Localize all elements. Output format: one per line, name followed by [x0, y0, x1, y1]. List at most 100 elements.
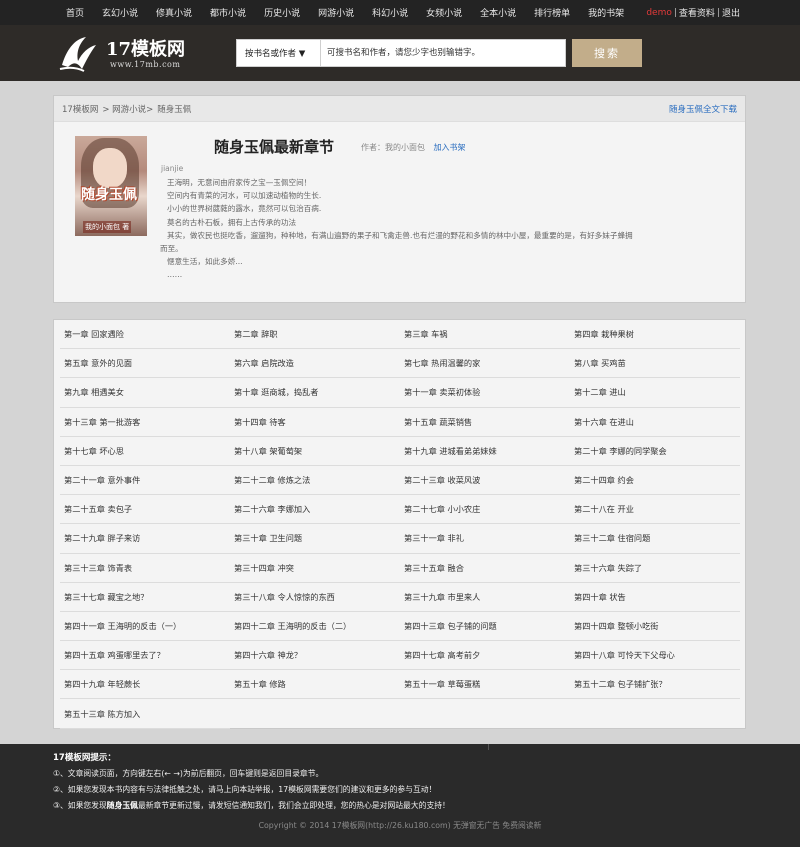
tip-line: ③、如果您发现随身玉佩最新章节更新过慢，请发短信通知我们，我们会立即处理，您的热…: [53, 800, 450, 811]
main-nav: 首页 玄幻小说 修真小说 都市小说 历史小说 网游小说 科幻小说 女频小说 全本…: [66, 0, 642, 25]
chapter-link[interactable]: 第二十二章 修炼之法: [230, 466, 400, 496]
chapter-link[interactable]: 第三十四章 冲突: [230, 554, 400, 583]
nav-home[interactable]: 首页: [66, 6, 84, 19]
chapter-link[interactable]: 第四十一章 王海明的反击（一）: [60, 612, 230, 642]
chapter-link[interactable]: 第四十三章 包子铺的问题: [400, 612, 570, 642]
tips-title: 17模板网提示：: [53, 753, 116, 763]
breadcrumb-category[interactable]: > 网游小说>: [102, 103, 153, 115]
chapter-link[interactable]: 第十六章 在进山: [570, 408, 740, 437]
book-info-panel: 17模板网 > 网游小说> 随身玉佩 随身玉佩全文下载 随身玉佩 我的小面包 著…: [53, 95, 746, 303]
breadcrumb: 17模板网 > 网游小说> 随身玉佩: [62, 96, 195, 122]
chapter-link[interactable]: 第二十五章 卖包子: [60, 495, 230, 525]
chapter-link[interactable]: 第十五章 蔬菜销售: [400, 408, 570, 437]
nav-kehuan[interactable]: 科幻小说: [372, 6, 408, 19]
tip3-book[interactable]: 随身玉佩: [107, 801, 138, 810]
logout-link[interactable]: 退出: [722, 6, 740, 19]
intro-line: 惬意生活，如此多娇...: [167, 257, 243, 267]
chapter-link[interactable]: 第二十章 李娜的同学聚会: [570, 437, 740, 466]
tip-line: ②、如果您发现本书内容有与法律抵触之处，请马上向本站举报，17模板网需要您们的建…: [53, 785, 437, 794]
divider: [488, 744, 489, 750]
intro-line: 其实，做农民也挺吃香，遛遛狗，种种地，有满山遍野的果子和飞禽走兽.也有烂漫的野花…: [167, 230, 633, 240]
chapter-link[interactable]: 第三十章 卫生问题: [230, 524, 400, 554]
separator: |: [673, 7, 677, 18]
chapter-link[interactable]: 第二十八在 开业: [570, 495, 740, 525]
logo-name: 17模板网: [106, 39, 186, 60]
nav-wangyou[interactable]: 网游小说: [318, 6, 354, 19]
chapter-link[interactable]: 第五十一章 草莓蛋糕: [400, 670, 570, 700]
chapter-link[interactable]: 第十一章 卖菜初体验: [400, 378, 570, 408]
chapter-link[interactable]: 第五章 意外的见面: [60, 349, 230, 379]
chapter-link[interactable]: 第十八章 架葡萄架: [230, 437, 400, 466]
chapter-link[interactable]: 第二十九章 胖子来访: [60, 524, 230, 554]
chapter-link[interactable]: 第四十五章 鸡蛋哪里去了？: [60, 641, 230, 671]
chapter-link[interactable]: 第五十章 修路: [230, 670, 400, 700]
chapter-link[interactable]: 第三十五章 融合: [400, 554, 570, 583]
nav-lishi[interactable]: 历史小说: [264, 6, 300, 19]
chapter-link[interactable]: 第三十二章 住宿问题: [570, 524, 740, 554]
chapter-link[interactable]: 第三十三章 饰青表: [60, 554, 230, 583]
chapter-link[interactable]: 第八章 买鸡苗: [570, 349, 740, 379]
chapter-link[interactable]: 第三十九章 市里来人: [400, 583, 570, 612]
chapter-link[interactable]: 第三十一章 非礼: [400, 524, 570, 554]
site-header: 17模板网 www.17mb.com 按书名或作者 ▼ 搜索: [0, 25, 800, 81]
chapter-link[interactable]: 第九章 相遇美女: [60, 378, 230, 408]
search-button[interactable]: 搜索: [572, 39, 642, 67]
search-input[interactable]: [321, 40, 565, 66]
book-cover[interactable]: 随身玉佩 我的小面包 著: [75, 136, 147, 236]
breadcrumb-current: 随身玉佩: [157, 105, 192, 115]
chapter-link[interactable]: 第二十一章 意外事件: [60, 466, 230, 496]
search-box: 按书名或作者 ▼: [236, 39, 566, 67]
chapter-link[interactable]: 第四章 栽种果树: [570, 320, 740, 350]
cover-art: [93, 148, 127, 188]
intro-line: 王海明，无意间由府家传之宝—玉佩空间！: [167, 178, 312, 187]
chapter-link[interactable]: 第四十二章 王海明的反击（二）: [230, 612, 400, 642]
user-box: demo | 查看资料 | 退出: [646, 0, 740, 25]
logo-url: www.17mb.com: [110, 60, 181, 69]
profile-link[interactable]: 查看资料: [679, 6, 715, 19]
chapter-link[interactable]: 第二十三章 收菜风波: [400, 466, 570, 496]
nav-dushi[interactable]: 都市小说: [210, 6, 246, 19]
nav-nvpin[interactable]: 女频小说: [426, 6, 462, 19]
chapter-link[interactable]: 第五十二章 包子铺扩张？: [570, 670, 740, 700]
chapter-link[interactable]: 第十九章 进城看弟弟妹妹: [400, 437, 570, 466]
chapter-link[interactable]: 第七章 热闹温馨的家: [400, 349, 570, 379]
intro-label: jianjie: [161, 164, 184, 173]
chapter-link[interactable]: 第二十七章 小小农庄: [400, 495, 570, 525]
chapter-link[interactable]: 第十章 逛商城，捣乱者: [230, 378, 400, 408]
chapter-link[interactable]: 第三十六章 失踪了: [570, 554, 740, 583]
chapter-link[interactable]: 第四十章 状告: [570, 583, 740, 612]
chapter-link[interactable]: 第二章 辞职: [230, 320, 400, 350]
nav-xiuzhen[interactable]: 修真小说: [156, 6, 192, 19]
intro-line: 莫名的古朴石板，拥有上古传承的功法: [167, 217, 297, 227]
search-type-select[interactable]: 按书名或作者 ▼: [237, 40, 321, 66]
chapter-link[interactable]: 第四十七章 高考前夕: [400, 641, 570, 671]
chapter-link[interactable]: 第四十四章 整顿小吃街: [570, 612, 740, 642]
chapter-link[interactable]: 第五十三章 陈方加入: [60, 699, 230, 729]
chapter-link[interactable]: 第三十七章 藏宝之地？: [60, 583, 230, 612]
nav-xuanhuan[interactable]: 玄幻小说: [102, 6, 138, 19]
chapter-link[interactable]: 第六章 启院改造: [230, 349, 400, 379]
chapter-link[interactable]: 第十四章 待客: [230, 408, 400, 437]
chapter-link[interactable]: 第十三章 第一批游客: [60, 408, 230, 437]
chapter-link[interactable]: 第三章 车祸: [400, 320, 570, 350]
chapter-link[interactable]: 第四十九章 年轻蕨长: [60, 670, 230, 700]
chapter-link[interactable]: 第十七章 坏心思: [60, 437, 230, 466]
add-to-shelf-link[interactable]: 加入书架: [434, 143, 466, 152]
nav-paihang[interactable]: 排行榜单: [534, 6, 570, 19]
book-title: 随身玉佩最新章节: [214, 138, 335, 156]
chapter-link[interactable]: 第二十六章 李娜加入: [230, 495, 400, 525]
chapter-link[interactable]: 第三十八章 令人惊惊的东西: [230, 583, 400, 612]
chapter-link[interactable]: 第一章 回家遇险: [60, 320, 230, 350]
site-logo[interactable]: 17模板网 www.17mb.com: [56, 29, 206, 75]
breadcrumb-home[interactable]: 17模板网: [62, 103, 98, 115]
site-footer: 17模板网提示： ①、文章阅读页面，方向键左右(← →)为前后翻页，回车键则是返…: [0, 744, 800, 847]
chapter-link[interactable]: 第四十八章 可怜天下父母心: [570, 641, 740, 671]
nav-bookshelf[interactable]: 我的书架: [588, 6, 624, 19]
chapter-link[interactable]: 第二十四章 约会: [570, 466, 740, 496]
download-link[interactable]: 随身玉佩全文下载: [669, 96, 737, 122]
chapter-link[interactable]: 第四十六章 神龙？: [230, 641, 400, 671]
chapter-link[interactable]: 第十二章 进山: [570, 378, 740, 408]
nav-quanben[interactable]: 全本小说: [480, 6, 516, 19]
username[interactable]: demo: [646, 8, 672, 18]
top-nav-bar: 首页 玄幻小说 修真小说 都市小说 历史小说 网游小说 科幻小说 女频小说 全本…: [0, 0, 800, 25]
